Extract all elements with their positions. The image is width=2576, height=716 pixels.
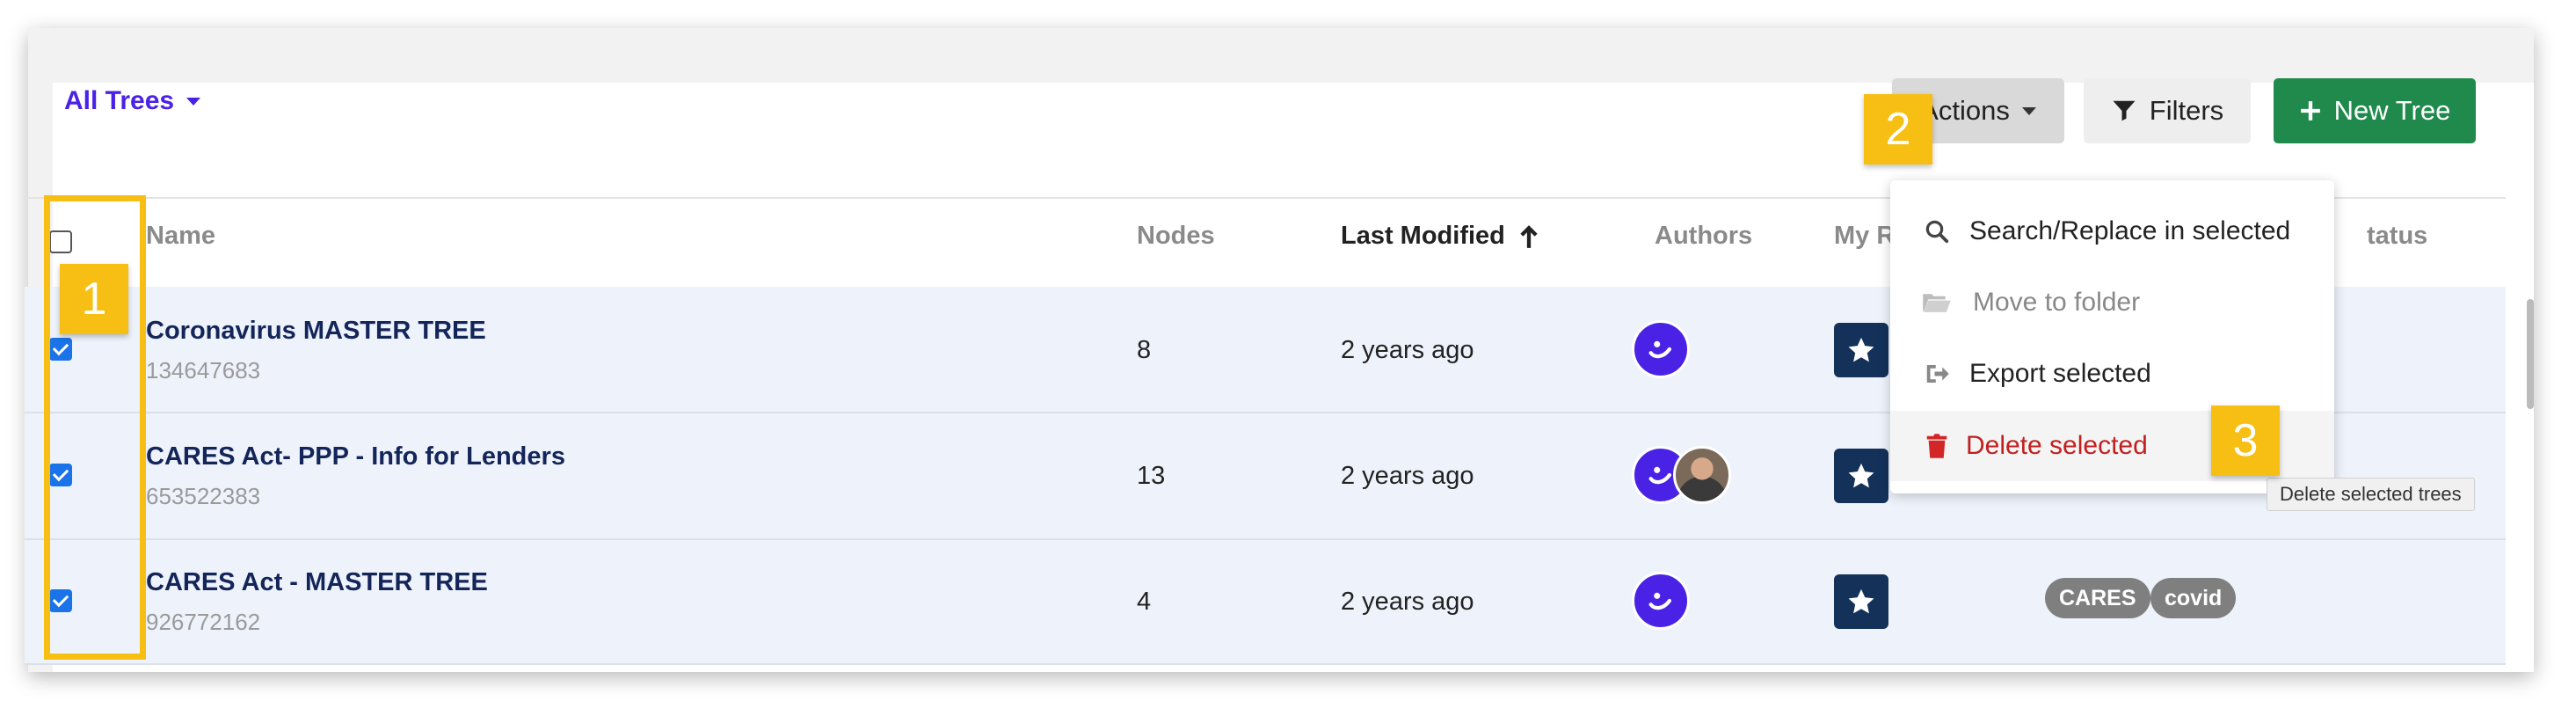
rights-star-badge xyxy=(1834,323,1888,377)
star-icon xyxy=(1848,588,1874,614)
last-modified-value: 2 years ago xyxy=(1341,462,1474,490)
author-avatar[interactable] xyxy=(1632,320,1690,378)
search-icon xyxy=(1922,218,1952,245)
tree-id: 653522383 xyxy=(146,483,261,509)
user-logo-icon xyxy=(1648,340,1672,359)
actions-label: Actions xyxy=(1920,95,2010,126)
column-header-nodes[interactable]: Nodes xyxy=(1137,222,1215,251)
filter-icon xyxy=(2113,100,2136,121)
menu-item-move-to-folder[interactable]: Move to folder xyxy=(1890,267,2334,338)
menu-item-label: Search/Replace in selected xyxy=(1969,216,2291,245)
column-header-status[interactable]: tatus xyxy=(2367,222,2427,251)
nodes-count: 8 xyxy=(1137,336,1152,364)
tree-id: 926772162 xyxy=(146,609,261,635)
filters-label: Filters xyxy=(2149,95,2224,126)
author-avatar-photo[interactable] xyxy=(1673,446,1731,504)
delete-tooltip: Delete selected trees xyxy=(2267,478,2475,511)
column-header-name[interactable]: Name xyxy=(146,222,215,251)
annotation-badge-2: 2 xyxy=(1864,94,1932,164)
tag-badge[interactable]: CARES xyxy=(2045,578,2150,618)
last-modified-value: 2 years ago xyxy=(1341,336,1474,364)
nodes-count: 13 xyxy=(1137,462,1166,490)
last-modified-label: Last Modified xyxy=(1341,222,1505,250)
last-modified-value: 2 years ago xyxy=(1341,588,1474,616)
star-icon xyxy=(1848,337,1874,362)
menu-item-label: Move to folder xyxy=(1973,288,2141,317)
tree-name-link[interactable]: CARES Act - MASTER TREE xyxy=(146,568,488,597)
new-tree-button[interactable]: New Tree xyxy=(2274,78,2476,143)
nodes-count: 4 xyxy=(1137,588,1152,616)
annotation-badge-3: 3 xyxy=(2211,405,2280,476)
sort-ascending-icon xyxy=(1520,224,1538,248)
column-header-authors[interactable]: Authors xyxy=(1655,222,1752,251)
folder-open-icon xyxy=(1922,290,1952,315)
chevron-down-icon xyxy=(2021,106,2036,115)
menu-item-search-replace[interactable]: Search/Replace in selected xyxy=(1890,196,2334,267)
new-tree-label: New Tree xyxy=(2333,95,2451,126)
all-trees-dropdown[interactable]: All Trees xyxy=(64,70,201,132)
menu-item-label: Export selected xyxy=(1969,359,2151,388)
star-icon xyxy=(1848,463,1874,488)
tree-name-link[interactable]: CARES Act- PPP - Info for Lenders xyxy=(146,442,565,471)
filters-button[interactable]: Filters xyxy=(2084,78,2251,143)
all-trees-label: All Trees xyxy=(64,86,175,115)
column-header-last-modified[interactable]: Last Modified xyxy=(1341,222,1540,251)
chevron-down-icon xyxy=(186,97,201,106)
author-avatar[interactable] xyxy=(1632,572,1690,630)
rights-star-badge xyxy=(1834,449,1888,503)
plus-icon xyxy=(2300,101,2320,121)
tag-badge[interactable]: covid xyxy=(2150,578,2237,618)
trash-icon xyxy=(1922,433,1952,459)
menu-item-label: Delete selected xyxy=(1966,431,2148,460)
scrollbar-thumb[interactable] xyxy=(2527,299,2534,409)
menu-item-export[interactable]: Export selected xyxy=(1890,339,2334,409)
tree-name-link[interactable]: Coronavirus MASTER TREE xyxy=(146,317,486,346)
export-icon xyxy=(1922,361,1952,387)
user-logo-icon xyxy=(1648,592,1672,610)
annotation-badge-1: 1 xyxy=(60,264,128,334)
rights-star-badge xyxy=(1834,574,1888,629)
user-logo-icon xyxy=(1648,466,1672,485)
tree-id: 134647683 xyxy=(146,357,261,384)
